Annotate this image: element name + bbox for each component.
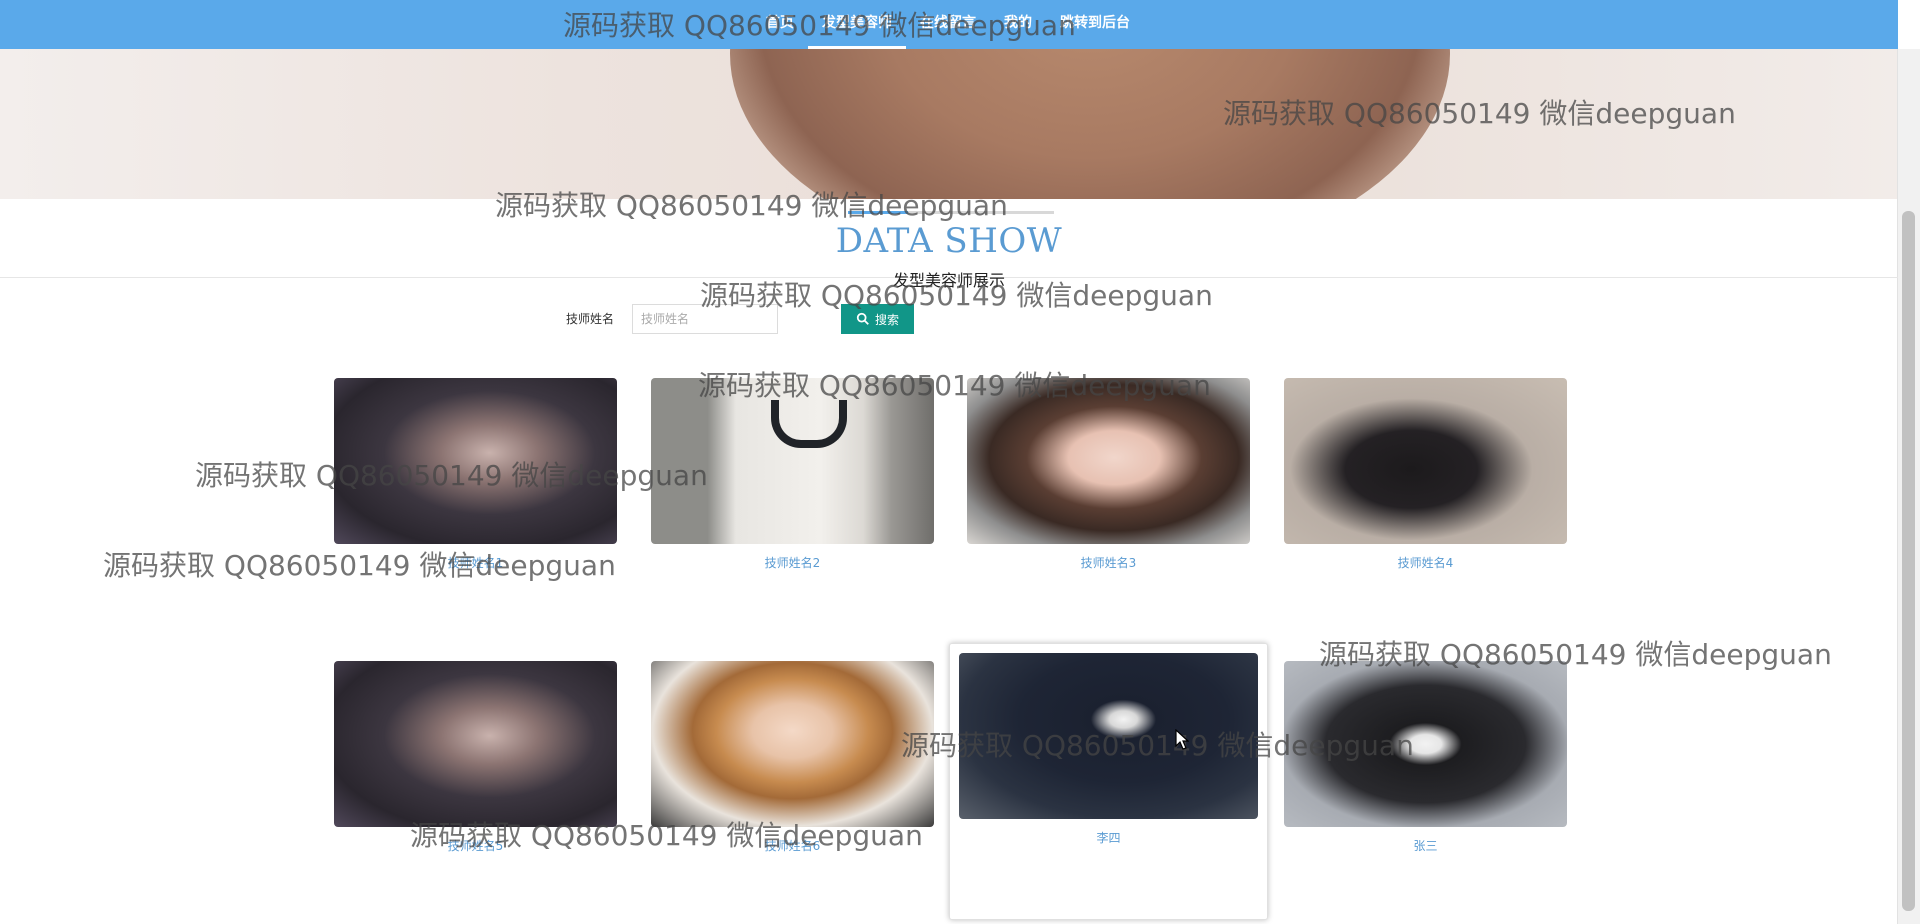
- stylist-photo[interactable]: [1284, 378, 1567, 544]
- title-divider-line: [908, 211, 1054, 214]
- nav-item-stylists[interactable]: 发型美容师: [808, 0, 906, 49]
- nav-item-home[interactable]: 首页: [752, 0, 808, 49]
- stylist-photo[interactable]: [651, 661, 934, 827]
- search-button-label: 搜索: [874, 312, 899, 327]
- top-nav: 首页 发型美容师 在线留言 我的 跳转到后台: [0, 0, 1898, 49]
- stylist-name[interactable]: 张三: [1284, 837, 1567, 854]
- stylist-photo[interactable]: [334, 378, 617, 544]
- stylist-photo[interactable]: [334, 661, 617, 827]
- stylist-name[interactable]: 李四: [950, 829, 1267, 846]
- stylist-photo[interactable]: [1284, 661, 1567, 827]
- stylist-name[interactable]: 技师姓名4: [1284, 554, 1567, 571]
- page-scrollbar[interactable]: [1897, 49, 1920, 924]
- stylist-card-hovered[interactable]: 李四: [949, 643, 1268, 920]
- nav-item-messages[interactable]: 在线留言: [906, 0, 990, 49]
- stylist-name[interactable]: 技师姓名6: [651, 837, 934, 854]
- stylist-name[interactable]: 技师姓名1: [334, 554, 617, 571]
- search-button[interactable]: 搜索: [841, 304, 914, 334]
- stylist-name[interactable]: 技师姓名5: [334, 837, 617, 854]
- nav-item-mine[interactable]: 我的: [990, 0, 1046, 49]
- search-input[interactable]: [632, 304, 778, 334]
- nav-item-backend[interactable]: 跳转到后台: [1046, 0, 1144, 49]
- stylist-card[interactable]: 技师姓名2: [651, 378, 934, 578]
- section-subtitle: 发型美容师展示: [892, 271, 1005, 290]
- stylist-card[interactable]: 技师姓名1: [334, 378, 617, 578]
- stylist-name[interactable]: 技师姓名3: [967, 554, 1250, 571]
- banner-hair-graphic: [730, 49, 1450, 199]
- stylist-card[interactable]: 技师姓名5: [334, 661, 617, 861]
- stylist-card[interactable]: 技师姓名6: [651, 661, 934, 861]
- stylist-photo[interactable]: [967, 378, 1250, 544]
- scrollbar-thumb[interactable]: [1902, 211, 1915, 911]
- stylist-card[interactable]: 技师姓名3: [967, 378, 1250, 578]
- stylist-card[interactable]: 技师姓名4: [1284, 378, 1567, 578]
- search-icon: [856, 312, 869, 325]
- search-label: 技师姓名: [566, 312, 615, 326]
- banner-image: [0, 49, 1898, 199]
- stylist-photo[interactable]: [959, 653, 1258, 819]
- stylist-name[interactable]: 技师姓名2: [651, 554, 934, 571]
- section-header: DATA SHOW 发型美容师展示: [0, 199, 1898, 290]
- title-accent-line: [848, 211, 908, 214]
- stylist-photo[interactable]: [651, 378, 934, 544]
- stylist-card[interactable]: 张三: [1284, 661, 1567, 861]
- section-title: DATA SHOW: [835, 221, 1063, 261]
- nav-items: 首页 发型美容师 在线留言 我的 跳转到后台: [752, 0, 1144, 49]
- mouse-cursor-icon: [1175, 729, 1189, 750]
